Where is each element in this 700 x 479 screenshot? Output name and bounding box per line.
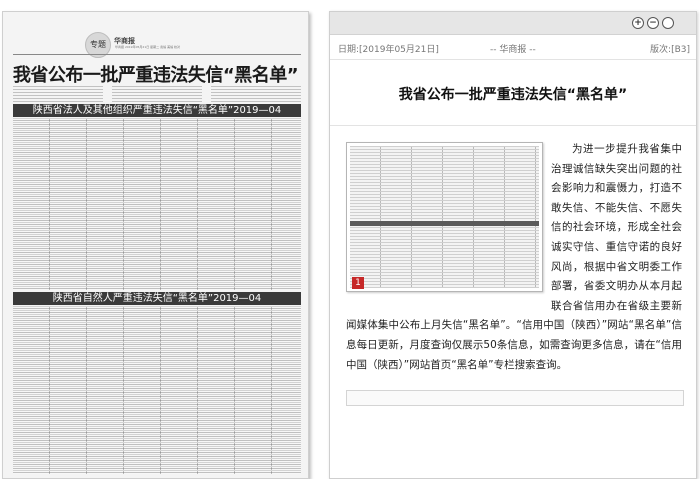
article-reader-panel: + − 日期:[2019年05月21日] -- 华商报 -- 版次:[B3] 我… (329, 11, 697, 479)
zoom-in-button[interactable]: + (632, 17, 644, 29)
title-divider (330, 125, 696, 126)
thumbnail-table-texture (350, 146, 539, 288)
article-title: 我省公布一批严重违法失信“黑名单” (398, 87, 628, 103)
meta-divider (330, 59, 696, 60)
section-header-legal-entities: 陕西省法人及其他组织严重违法失信“黑名单”2019—04 (13, 104, 301, 117)
article-meta: 日期:[2019年05月21日] -- 华商报 -- 版次:[B3] (330, 42, 696, 56)
section-header-individuals: 陕西省自然人严重违法失信“黑名单”2019—04 (13, 292, 301, 305)
reader-toolbar: + − (330, 12, 696, 35)
reader-footer-bar (346, 390, 684, 406)
newspaper-dateline: 华商报 2019年05月21日 星期二 责编 美编 校对 (115, 45, 181, 49)
masthead-rule (13, 54, 301, 55)
page-thumbnail[interactable]: 1 (346, 142, 543, 292)
intro-paragraph (13, 86, 301, 102)
newspaper-headline: 我省公布一批严重违法失信“黑名单” (12, 65, 299, 86)
newspaper-page-image[interactable]: 专题 华商报 华商报 2019年05月21日 星期二 责编 美编 校对 我省公布… (2, 11, 309, 479)
article-page-number: 版次:[B3] (650, 45, 690, 55)
article-source: -- 华商报 -- (490, 45, 536, 55)
article-date: 日期:[2019年05月21日] (338, 45, 439, 55)
reset-zoom-button[interactable] (662, 17, 674, 29)
blacklist-table-legal-entities (13, 118, 301, 290)
blacklist-table-individuals (13, 306, 301, 474)
thumbnail-section-band (350, 221, 539, 226)
thumbnail-number-badge: 1 (352, 277, 364, 289)
zoom-out-button[interactable]: − (647, 17, 659, 29)
